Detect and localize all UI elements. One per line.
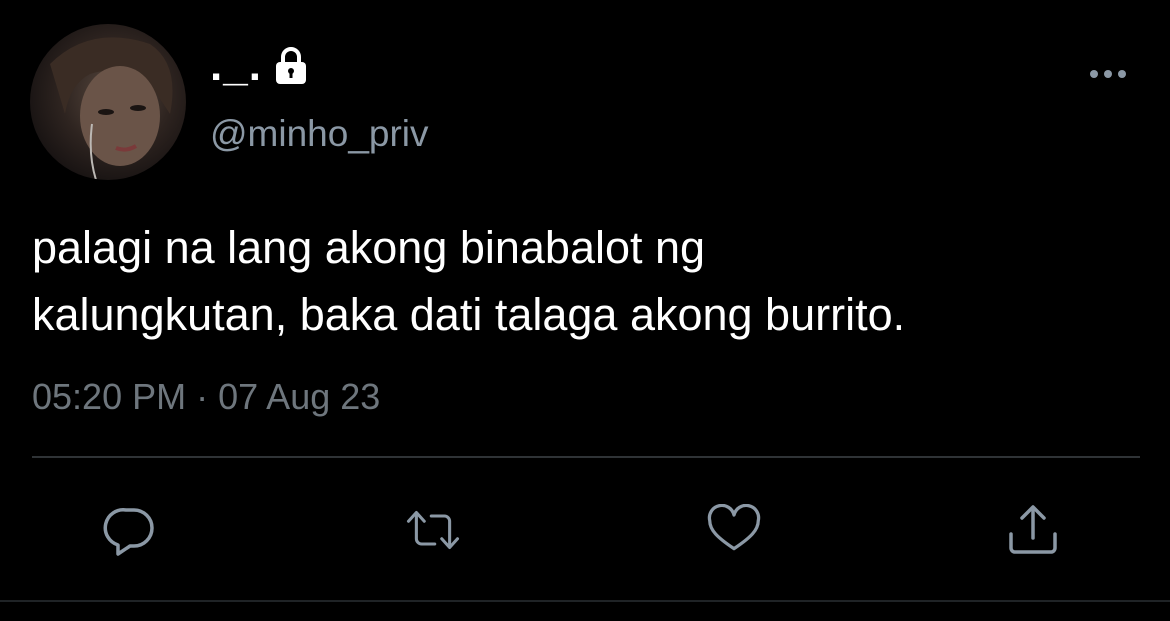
- reply-icon: [103, 508, 154, 556]
- display-name-row: ._.: [210, 38, 308, 94]
- tweet-date: 07 Aug 23: [218, 376, 381, 417]
- retweet-icon: [406, 510, 460, 550]
- meta-separator: ·: [196, 376, 209, 417]
- reply-button[interactable]: [102, 504, 158, 556]
- tweet-timestamp[interactable]: 05:20 PM · 07 Aug 23: [32, 375, 380, 418]
- share-button[interactable]: [1005, 504, 1061, 556]
- share-icon: [1009, 505, 1057, 554]
- display-name[interactable]: ._.: [210, 44, 262, 88]
- like-button[interactable]: [706, 504, 762, 556]
- tweet-text-line: kalungkutan, baka dati talaga akong burr…: [32, 289, 906, 340]
- lock-icon: [274, 46, 308, 86]
- divider: [32, 456, 1140, 458]
- tweet-time: 05:20 PM: [32, 376, 187, 417]
- profile-photo: [50, 37, 173, 180]
- bottom-divider: [0, 600, 1170, 602]
- tweet-text-line: palagi na lang akong binabalot ng: [32, 222, 706, 273]
- heart-icon: [707, 504, 761, 551]
- retweet-button[interactable]: [405, 504, 461, 556]
- tweet-text: palagi na lang akong binabalot ng kalung…: [32, 214, 1152, 348]
- more-icon[interactable]: [1086, 66, 1130, 82]
- user-handle[interactable]: @minho_priv: [210, 112, 429, 156]
- avatar[interactable]: [30, 24, 186, 180]
- tweet-detail: ._. @minho_priv palagi na lang akong bin…: [0, 0, 1170, 621]
